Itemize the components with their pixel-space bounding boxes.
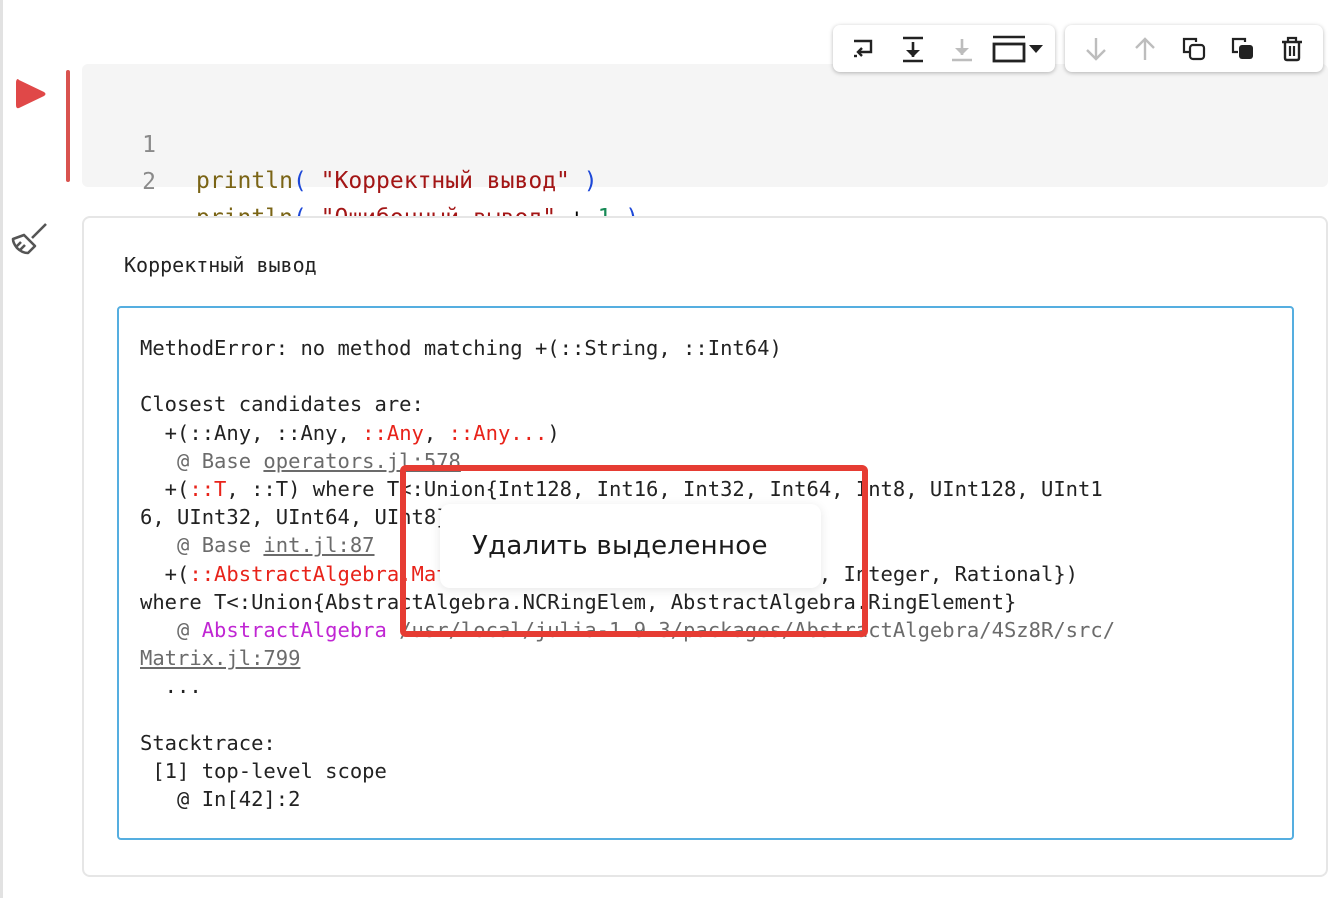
delete-selected-item[interactable]: Удалить выделенное [472, 531, 768, 561]
copy-icon [1182, 37, 1206, 60]
split-cell-icon [853, 39, 872, 57]
file-link[interactable]: operators.jl:578 [263, 449, 460, 473]
code-paren: ) [583, 168, 598, 194]
error-line: Matrix.jl:799 [140, 644, 1280, 672]
split-cell-button[interactable] [839, 29, 888, 69]
chevron-down-icon [1028, 44, 1043, 53]
trash-icon [1282, 36, 1303, 61]
move-up-button[interactable] [1120, 29, 1169, 69]
cell-view-dropdown[interactable] [986, 29, 1049, 69]
error-line: ... [140, 674, 202, 699]
file-link[interactable]: Matrix.jl:799 [140, 646, 300, 670]
file-link[interactable]: int.jl:87 [263, 533, 374, 557]
cell-toolbar-left [833, 25, 1055, 72]
stdout-text: Корректный вывод [124, 253, 317, 277]
delete-cell-button[interactable] [1268, 29, 1317, 69]
error-line: +(::T, ::T) where T<:Union{Int128, Int16… [140, 477, 1103, 502]
code-cell-editor[interactable]: 1 println( "Корректный вывод" ) 2 printl… [82, 64, 1328, 231]
error-line: where T<:Union{AbstractAlgebra.NCRingEle… [140, 589, 1017, 614]
error-line: @ Base operators.jl:578 [140, 448, 461, 473]
error-line: +(::Any, ::Any, ::Any, ::Any...) [140, 420, 560, 445]
code-string: "Корректный вывод" [306, 168, 584, 194]
error-line: MethodError: no method matching +(::Stri… [140, 336, 782, 360]
clear-output-icon[interactable] [10, 222, 48, 258]
move-down-icon [1085, 37, 1106, 61]
insert-below-disabled-icon [951, 38, 972, 61]
error-line: [1] top-level scope [140, 759, 387, 784]
code-line: 1 println( "Корректный вывод" ) [82, 91, 598, 194]
error-line: Stacktrace: [140, 730, 276, 755]
context-menu[interactable]: Удалить выделенное [440, 504, 821, 588]
insert-below-button[interactable] [888, 29, 937, 69]
cell-toolbar-right [1065, 25, 1323, 72]
copy-button[interactable] [1169, 29, 1218, 69]
active-cell-marker [66, 70, 70, 182]
move-up-icon [1134, 36, 1155, 60]
move-down-button[interactable] [1071, 29, 1120, 69]
insert-below-icon [902, 36, 923, 62]
duplicate-icon [1232, 37, 1254, 59]
line-number: 1 [142, 132, 156, 158]
cell-view-icon [992, 35, 1025, 62]
code-paren: ( [292, 168, 307, 194]
error-line: @ In[42]:2 [140, 787, 301, 812]
error-line: Closest candidates are: [140, 392, 424, 417]
insert-below-disabled-button[interactable] [937, 29, 986, 69]
duplicate-button[interactable] [1219, 29, 1268, 69]
run-cell-icon[interactable] [14, 76, 48, 112]
line-number: 2 [142, 169, 156, 195]
cell-gutter-line [0, 0, 3, 898]
error-line: @ AbstractAlgebra /usr/local/julia-1.9.3… [140, 618, 1116, 643]
code-function: println [196, 168, 293, 194]
code-line: 2 println( "Ошибочный вывод" + 1 ) [82, 128, 639, 231]
